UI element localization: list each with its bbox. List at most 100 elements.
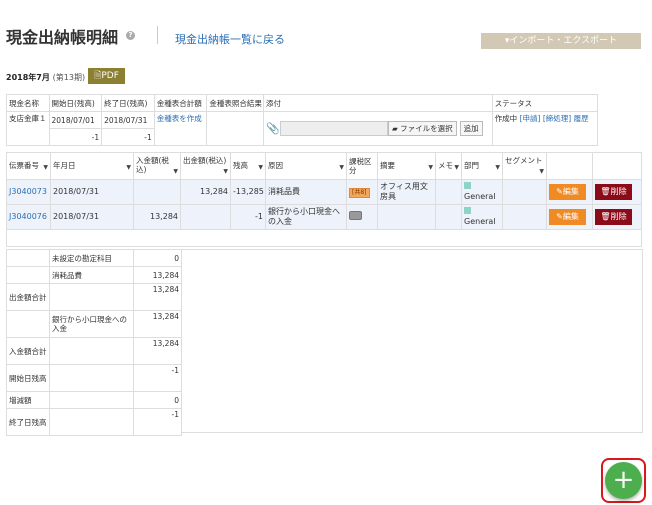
entry-deposit xyxy=(133,179,181,205)
denomination-link[interactable]: 金種表を作成 xyxy=(153,111,208,146)
table-row: J3040076 2018/07/31 13,284 -1 銀行から小口現金への… xyxy=(6,204,642,230)
header-status: ステータス xyxy=(491,94,599,112)
entry-balance: -13,285 xyxy=(230,179,266,205)
divider xyxy=(157,26,158,44)
header-start-date: 開始日(残高) xyxy=(48,94,103,112)
add-attachment-button[interactable]: 追加 xyxy=(459,121,483,136)
entries-table: 伝票番号 ▼ 年月日 ▼ 入金額(税込) ▼ 出金額(税込) ▼ 残高 ▼ 原因 ▼ 課税区… xyxy=(6,152,642,247)
trash-icon: 🗑 xyxy=(600,187,611,196)
col-tax[interactable]: 課税区分 xyxy=(346,152,378,180)
department-color-icon xyxy=(464,207,471,214)
sort-icon: ▼ xyxy=(428,163,433,171)
sort-icon: ▼ xyxy=(495,163,500,171)
trash-icon: 🗑 xyxy=(600,212,611,221)
totals-row: 増減額 0 xyxy=(6,391,182,409)
totals-row: 開始日残高 -1 xyxy=(6,364,182,392)
entry-summary: オフィス用文房具 xyxy=(377,179,436,205)
edit-button[interactable]: ✎編集 xyxy=(549,184,586,200)
delete-button[interactable]: 🗑削除 xyxy=(595,209,632,225)
divider xyxy=(642,249,643,433)
help-icon[interactable]: ? xyxy=(126,31,135,40)
col-summary[interactable]: 摘要 ▼ xyxy=(377,152,436,180)
col-balance[interactable]: 残高 ▼ xyxy=(230,152,266,180)
cash-summary-table: 現金名称 開始日(残高) 終了日(残高) 金種表合計額 金種表照合結果 添付 ス… xyxy=(6,94,599,146)
sort-icon: ▼ xyxy=(339,163,344,171)
file-select-button[interactable]: ▰ ファイルを選択 xyxy=(387,121,457,136)
entry-department: General xyxy=(461,179,503,205)
totals-row: 入金額合計 13,284 xyxy=(6,337,182,365)
period-term: (第13期) xyxy=(52,73,86,82)
paperclip-icon: 📎 xyxy=(265,122,280,135)
entry-date: 2018/07/31 xyxy=(50,204,134,230)
pdf-button-label: PDF xyxy=(101,71,119,81)
totals-table: 未設定の勘定科目 0 消耗品費 13,284 出金額合計 13,284 銀行から小口現… xyxy=(6,249,182,436)
file-select-label: ファイルを選択 xyxy=(400,124,453,133)
col-deposit[interactable]: 入金額(税込) ▼ xyxy=(133,152,181,180)
back-to-list-link[interactable]: 現金出納帳一覧に戻る xyxy=(175,31,285,47)
totals-row: 銀行から小口現金への入金 13,284 xyxy=(6,310,182,338)
col-cause[interactable]: 原因 ▼ xyxy=(265,152,347,180)
sort-icon: ▼ xyxy=(223,168,228,175)
edit-icon: ✎ xyxy=(556,212,563,221)
attachment-path-field[interactable] xyxy=(279,121,388,136)
history-link[interactable]: 履歴 xyxy=(574,114,589,123)
voucher-link[interactable]: J3040073 xyxy=(9,187,47,196)
entry-cause: 消耗品費 xyxy=(265,179,347,205)
col-withdrawal[interactable]: 出金額(税込) ▼ xyxy=(180,152,231,180)
col-segment[interactable]: セグメント ▼ xyxy=(502,152,547,180)
col-delete xyxy=(592,152,642,180)
entry-balance: -1 xyxy=(230,204,266,230)
department-color-icon xyxy=(464,182,471,189)
entry-deposit: 13,284 xyxy=(133,204,181,230)
sort-icon: ▼ xyxy=(258,163,263,171)
col-voucher[interactable]: 伝票番号 ▼ xyxy=(6,152,51,180)
totals-row: 未設定の勘定科目 0 xyxy=(6,249,182,267)
col-date[interactable]: 年月日 ▼ xyxy=(50,152,134,180)
col-edit xyxy=(546,152,593,180)
sort-icon: ▼ xyxy=(43,163,48,171)
sort-icon: ▼ xyxy=(454,163,459,171)
closing-link[interactable]: [締処理] xyxy=(543,114,571,123)
header-denomination-result: 金種表照合結果 xyxy=(206,94,264,112)
header-end-date: 終了日(残高) xyxy=(101,94,155,112)
totals-row: 消耗品費 13,284 xyxy=(6,266,182,284)
start-balance: -1 xyxy=(48,128,103,146)
entry-department: General xyxy=(461,204,503,230)
cash-name: 支店金庫１ xyxy=(6,111,50,146)
department-label: General xyxy=(464,192,496,201)
add-entry-fab-plus-icon[interactable]: + xyxy=(605,462,642,499)
period-month: 2018年7月 xyxy=(6,73,50,82)
import-export-button[interactable]: ▾インポート・エクスポート xyxy=(481,33,641,49)
tax-tag: [共8] xyxy=(349,187,370,198)
entry-summary xyxy=(377,204,436,230)
entry-withdrawal: 13,284 xyxy=(180,179,231,205)
col-department[interactable]: 部門 ▼ xyxy=(461,152,503,180)
header-attachment: 添付 xyxy=(262,94,493,112)
apply-link[interactable]: [申請] xyxy=(520,114,541,123)
entry-memo xyxy=(435,179,462,205)
edit-icon: ✎ xyxy=(556,187,563,196)
table-row: J3040073 2018/07/31 13,284 -13,285 消耗品費 … xyxy=(6,179,642,205)
end-date: 2018/07/31 xyxy=(101,111,155,129)
voucher-link[interactable]: J3040076 xyxy=(9,212,47,221)
page-title: 現金出納帳明細 xyxy=(6,28,119,47)
delete-button[interactable]: 🗑削除 xyxy=(595,184,632,200)
divider xyxy=(181,432,643,433)
col-memo[interactable]: メモ ▼ xyxy=(435,152,462,180)
entry-segment xyxy=(502,204,547,230)
sort-icon: ▼ xyxy=(173,168,178,175)
period-label: 2018年7月 (第13期) xyxy=(6,72,85,83)
edit-button[interactable]: ✎編集 xyxy=(549,209,586,225)
pdf-button[interactable]: 🗎PDF xyxy=(88,68,125,84)
entry-cause: 銀行から小口現金への入金 xyxy=(265,204,347,230)
denomination-result xyxy=(206,111,264,146)
sort-icon: ▼ xyxy=(126,163,131,171)
department-label: General xyxy=(464,217,496,226)
entry-segment xyxy=(502,179,547,205)
create-denomination-link[interactable]: 金種表を作成 xyxy=(157,114,202,123)
divider xyxy=(181,249,643,250)
header-cash-name: 現金名称 xyxy=(6,94,50,112)
status-cell: 作成中 [申請] [締処理] 履歴 xyxy=(491,111,599,146)
folder-icon: ▰ xyxy=(391,124,401,133)
entry-memo xyxy=(435,204,462,230)
